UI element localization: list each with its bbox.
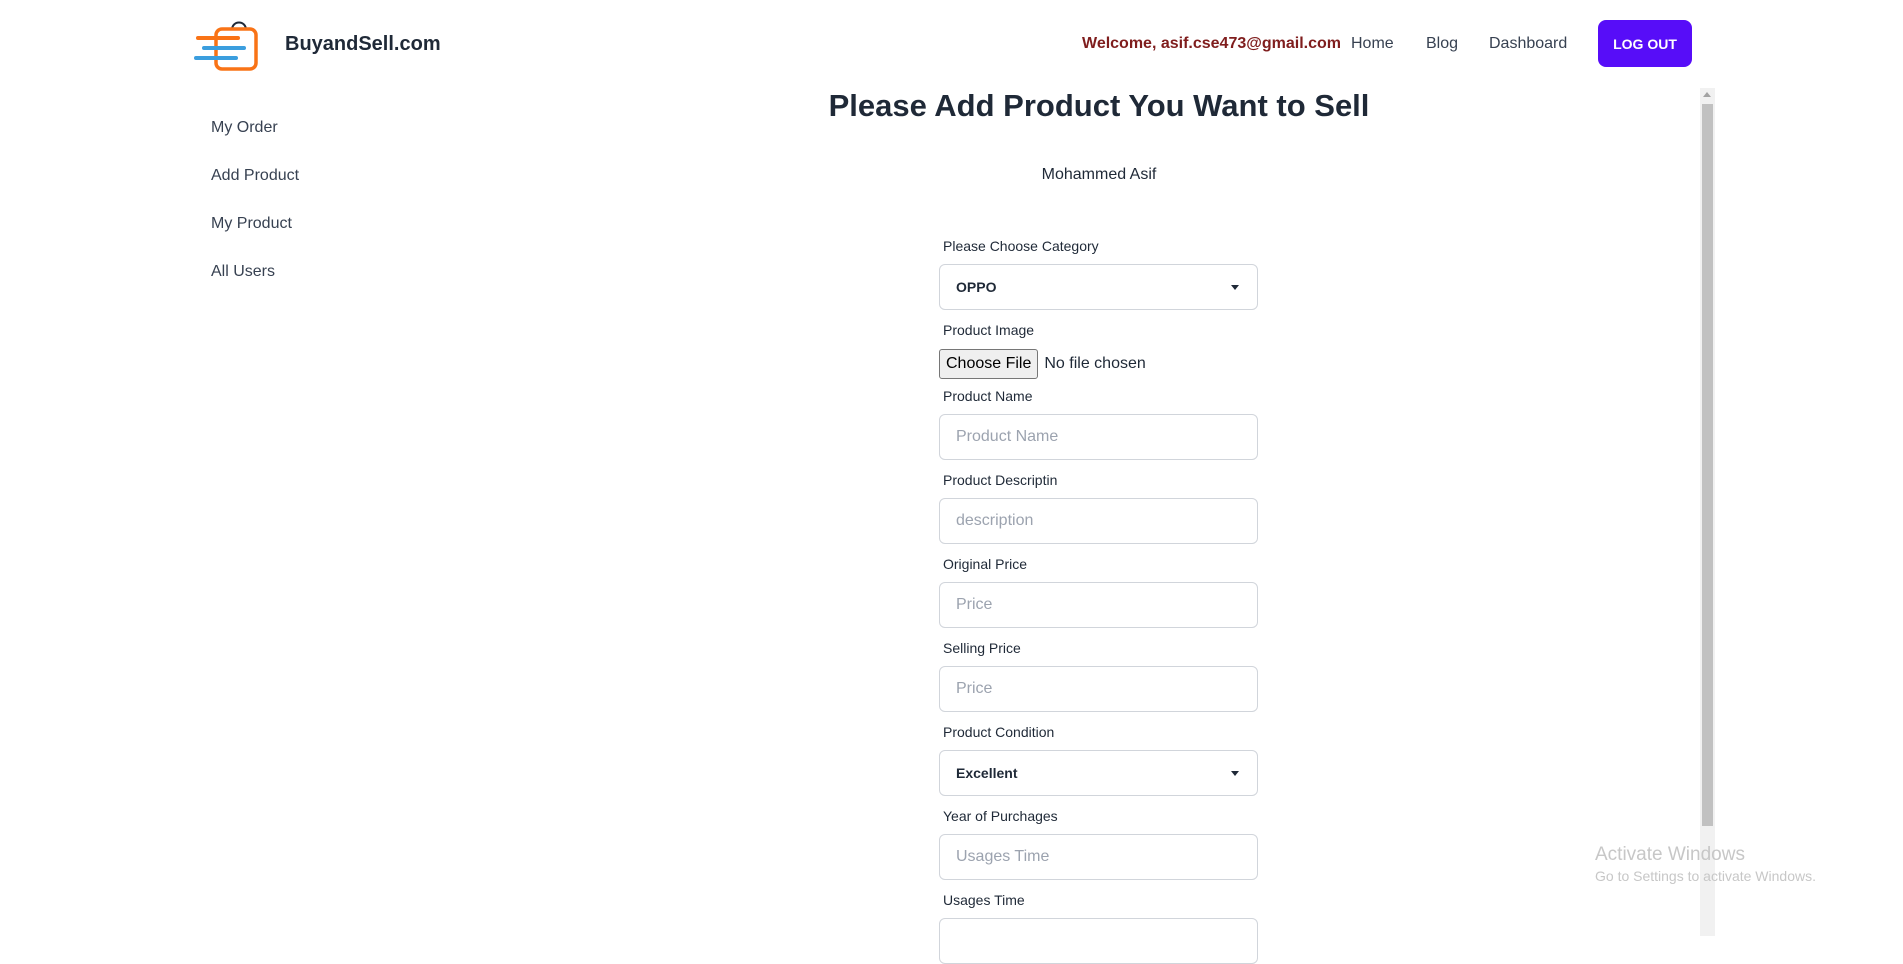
activate-windows-subtitle: Go to Settings to activate Windows.	[1595, 868, 1816, 884]
scrollbar-thumb[interactable]	[1702, 104, 1713, 826]
original-price-label: Original Price	[943, 556, 1028, 572]
sidebar-item-my-product[interactable]: My Product	[211, 208, 411, 256]
product-condition-select[interactable]: Excellent	[939, 750, 1258, 796]
condition-selected-value: Excellent	[956, 765, 1018, 781]
usage-time-label: Usages Time	[943, 892, 1025, 908]
welcome-message: Welcome, asif.cse473@gmail.com	[1082, 35, 1341, 52]
product-image-file-input[interactable]: Choose File No file chosen	[939, 349, 1146, 379]
product-image-label: Product Image	[943, 322, 1035, 338]
usage-time-input[interactable]	[939, 918, 1258, 964]
nav-blog-link[interactable]: Blog	[1426, 35, 1458, 53]
selling-price-input[interactable]: Price	[939, 666, 1258, 712]
product-condition-label: Product Condition	[943, 724, 1055, 740]
seller-name: Mohammed Asif	[1041, 166, 1157, 183]
file-status-text: No file chosen	[1044, 355, 1146, 372]
category-selected-value: OPPO	[956, 279, 997, 295]
category-select[interactable]: OPPO	[939, 264, 1258, 310]
brand-name[interactable]: BuyandSell.com	[285, 33, 441, 56]
chevron-down-icon	[1231, 285, 1239, 290]
product-description-label: Product Descriptin	[943, 472, 1058, 488]
product-description-input[interactable]: description	[939, 498, 1258, 544]
choose-file-button[interactable]: Choose File	[939, 349, 1039, 379]
logout-button[interactable]: LOG OUT	[1598, 20, 1692, 67]
chevron-down-icon	[1231, 771, 1239, 776]
product-name-input[interactable]: Product Name	[939, 414, 1258, 460]
shopping-bag-logo-icon[interactable]	[194, 16, 264, 74]
page-title: Please Add Product You Want to Sell	[828, 88, 1370, 123]
navbar: BuyandSell.com Welcome, asif.cse473@gmai…	[0, 0, 1903, 90]
activate-windows-title: Activate Windows	[1595, 844, 1745, 865]
nav-dashboard-link[interactable]: Dashboard	[1489, 35, 1567, 53]
category-label: Please Choose Category	[943, 238, 1099, 254]
sidebar-item-all-users[interactable]: All Users	[211, 256, 411, 304]
product-name-label: Product Name	[943, 388, 1033, 404]
original-price-input[interactable]: Price	[939, 582, 1258, 628]
year-of-purchase-input[interactable]: Usages Time	[939, 834, 1258, 880]
scroll-up-arrow-icon[interactable]	[1703, 92, 1711, 97]
selling-price-label: Selling Price	[943, 640, 1021, 656]
year-of-purchase-label: Year of Purchages	[943, 808, 1058, 824]
dashboard-sidebar: My Order Add Product My Product All User…	[211, 112, 411, 304]
nav-home-link[interactable]: Home	[1351, 35, 1394, 53]
